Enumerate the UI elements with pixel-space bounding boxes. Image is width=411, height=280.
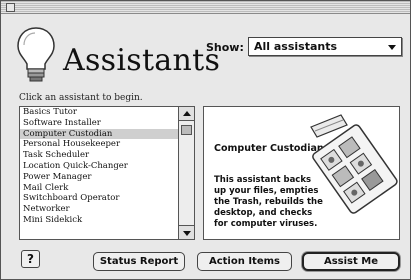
list-item[interactable]: Power Manager	[20, 172, 178, 183]
show-filter-value: All assistants	[254, 40, 338, 53]
status-report-button[interactable]: Status Report	[93, 252, 185, 271]
show-label: Show:	[206, 41, 244, 54]
assistant-detail-panel: Computer Custodian This assistant backs …	[203, 106, 400, 240]
action-items-button[interactable]: Action Items	[197, 252, 292, 271]
list-item[interactable]: Mail Clerk	[20, 183, 178, 194]
custodian-tools-icon	[310, 114, 398, 214]
list-item[interactable]: Computer Custodian	[20, 128, 178, 140]
list-item[interactable]: Basics Tutor	[20, 107, 178, 118]
list-item[interactable]: Location Quick-Changer	[20, 161, 178, 172]
list-item[interactable]: Task Scheduler	[20, 150, 178, 161]
assistants-window: Assistants Show: All assistants Click an…	[0, 0, 411, 280]
title-bar[interactable]	[1, 1, 410, 14]
scroll-down-arrow-icon[interactable]	[179, 225, 194, 239]
list-scrollbar[interactable]	[178, 107, 194, 239]
list-item[interactable]: Switchboard Operator	[20, 193, 178, 204]
list-item[interactable]: Personal Housekeeper	[20, 139, 178, 150]
list-item[interactable]: Mini Sidekick	[20, 215, 178, 226]
instruction-text: Click an assistant to begin.	[19, 93, 143, 103]
assistant-list[interactable]: Basics Tutor Software Installer Computer C…	[19, 106, 195, 240]
assistant-list-items: Basics Tutor Software Installer Computer C…	[20, 107, 178, 239]
list-item[interactable]: Networker	[20, 204, 178, 215]
scroll-thumb[interactable]	[181, 125, 192, 135]
help-button[interactable]: ?	[21, 250, 40, 268]
close-box-icon[interactable]	[6, 3, 15, 12]
page-title: Assistants	[63, 43, 221, 78]
scroll-up-arrow-icon[interactable]	[179, 107, 194, 121]
lightbulb-icon	[17, 27, 55, 82]
show-filter-select[interactable]: All assistants	[248, 37, 402, 56]
list-item[interactable]: Software Installer	[20, 118, 178, 129]
assist-me-button[interactable]: Assist Me	[302, 252, 400, 271]
chevron-down-icon	[388, 45, 396, 50]
